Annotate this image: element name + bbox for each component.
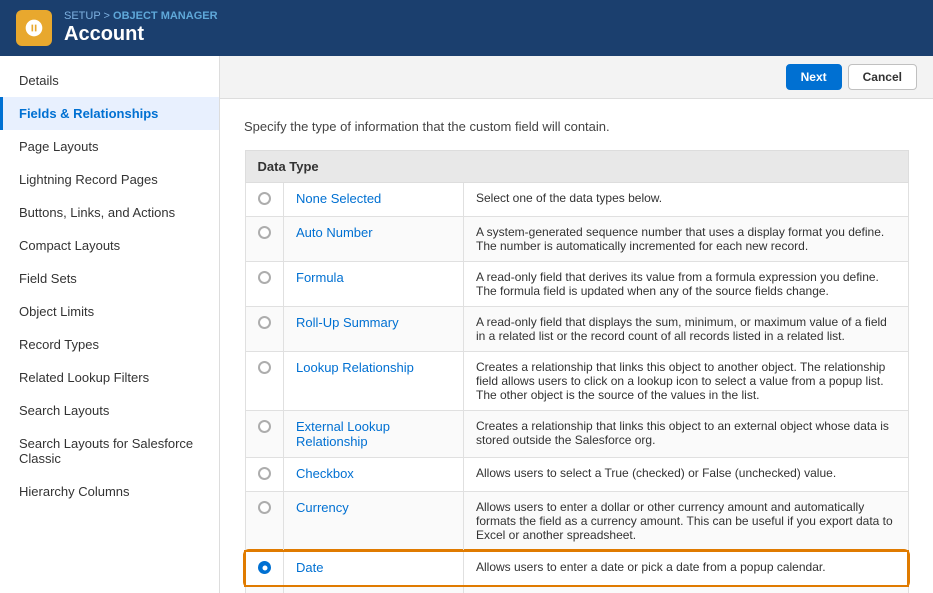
toolbar: Next Cancel [220,56,933,99]
breadcrumb-sep: > [104,10,113,22]
breadcrumb-setup: SETUP [64,10,100,22]
type-desc-formula: A read-only field that derives its value… [464,262,909,307]
sidebar-item-record-types[interactable]: Record Types [0,328,219,361]
app-header: SETUP > OBJECT MANAGER Account [0,0,933,56]
table-row-auto-number[interactable]: Auto Number A system-generated sequence n… [245,217,908,262]
radio-lookup-relationship[interactable] [258,361,271,374]
sidebar: DetailsFields & RelationshipsPage Layout… [0,56,220,593]
header-text: SETUP > OBJECT MANAGER Account [64,10,218,46]
sidebar-item-lightning-record-pages[interactable]: Lightning Record Pages [0,163,219,196]
content-area: Next Cancel Specify the type of informat… [220,56,933,593]
type-desc-date-time: Allows users to enter a date and time, o… [464,586,909,593]
radio-checkbox[interactable] [258,467,271,480]
type-name-roll-up-summary[interactable]: Roll-Up Summary [296,315,399,330]
sidebar-item-hierarchy-columns[interactable]: Hierarchy Columns [0,475,219,508]
type-desc-date: Allows users to enter a date or pick a d… [464,551,909,586]
sidebar-item-compact-layouts[interactable]: Compact Layouts [0,229,219,262]
radio-formula[interactable] [258,271,271,284]
table-row-date-time[interactable]: Date/TimeAllows users to enter a date an… [245,586,908,593]
sidebar-item-page-layouts[interactable]: Page Layouts [0,130,219,163]
radio-date[interactable] [258,561,271,574]
data-type-table: Data Type None Selected Select one of the… [244,150,909,593]
radio-none-selected[interactable] [258,192,271,205]
type-desc-currency: Allows users to enter a dollar or other … [464,492,909,552]
sidebar-item-search-layouts-classic[interactable]: Search Layouts for Salesforce Classic [0,427,219,475]
type-name-date[interactable]: Date [296,560,323,575]
table-row-lookup-relationship[interactable]: Lookup Relationship Creates a relationshi… [245,352,908,411]
type-name-formula[interactable]: Formula [296,270,344,285]
type-name-lookup-relationship[interactable]: Lookup Relationship [296,360,414,375]
type-desc-auto-number: A system-generated sequence number that … [464,217,909,262]
radio-external-lookup-relationship[interactable] [258,420,271,433]
type-name-auto-number[interactable]: Auto Number [296,225,373,240]
breadcrumb: SETUP > OBJECT MANAGER [64,10,218,22]
page-title: Account [64,23,218,46]
type-name-currency[interactable]: Currency [296,500,349,515]
table-row-external-lookup-relationship[interactable]: External Lookup Relationship Creates a re… [245,411,908,458]
cancel-button[interactable]: Cancel [848,64,917,90]
table-header: Data Type [245,151,908,183]
table-row-none-selected[interactable]: None Selected Select one of the data type… [245,183,908,217]
table-row-roll-up-summary[interactable]: Roll-Up Summary A read-only field that di… [245,307,908,352]
type-desc-external-lookup-relationship: Creates a relationship that links this o… [464,411,909,458]
sidebar-item-details[interactable]: Details [0,64,219,97]
radio-roll-up-summary[interactable] [258,316,271,329]
sidebar-item-buttons-links-actions[interactable]: Buttons, Links, and Actions [0,196,219,229]
table-row-formula[interactable]: Formula A read-only field that derives it… [245,262,908,307]
type-desc-roll-up-summary: A read-only field that displays the sum,… [464,307,909,352]
type-desc-checkbox: Allows users to select a True (checked) … [464,458,909,492]
type-name-external-lookup-relationship[interactable]: External Lookup Relationship [296,419,390,449]
form-content: Specify the type of information that the… [220,99,933,593]
type-desc-lookup-relationship: Creates a relationship that links this o… [464,352,909,411]
radio-auto-number[interactable] [258,226,271,239]
form-subtitle: Specify the type of information that the… [244,119,909,134]
table-row-checkbox[interactable]: Checkbox Allows users to select a True (c… [245,458,908,492]
type-name-checkbox[interactable]: Checkbox [296,466,354,481]
type-name-none-selected[interactable]: None Selected [296,191,381,206]
next-button[interactable]: Next [786,64,842,90]
radio-currency[interactable] [258,501,271,514]
type-desc-none-selected: Select one of the data types below. [464,183,909,217]
sidebar-item-search-layouts[interactable]: Search Layouts [0,394,219,427]
sidebar-item-field-sets[interactable]: Field Sets [0,262,219,295]
sidebar-item-object-limits[interactable]: Object Limits [0,295,219,328]
breadcrumb-current: OBJECT MANAGER [113,10,218,22]
sidebar-item-related-lookup-filters[interactable]: Related Lookup Filters [0,361,219,394]
app-logo [16,10,52,46]
table-row-date[interactable]: Date Allows users to enter a date or pick… [245,551,908,586]
sidebar-item-fields-relationships[interactable]: Fields & Relationships [0,97,219,130]
table-row-currency[interactable]: Currency Allows users to enter a dollar o… [245,492,908,552]
main-layout: DetailsFields & RelationshipsPage Layout… [0,56,933,593]
